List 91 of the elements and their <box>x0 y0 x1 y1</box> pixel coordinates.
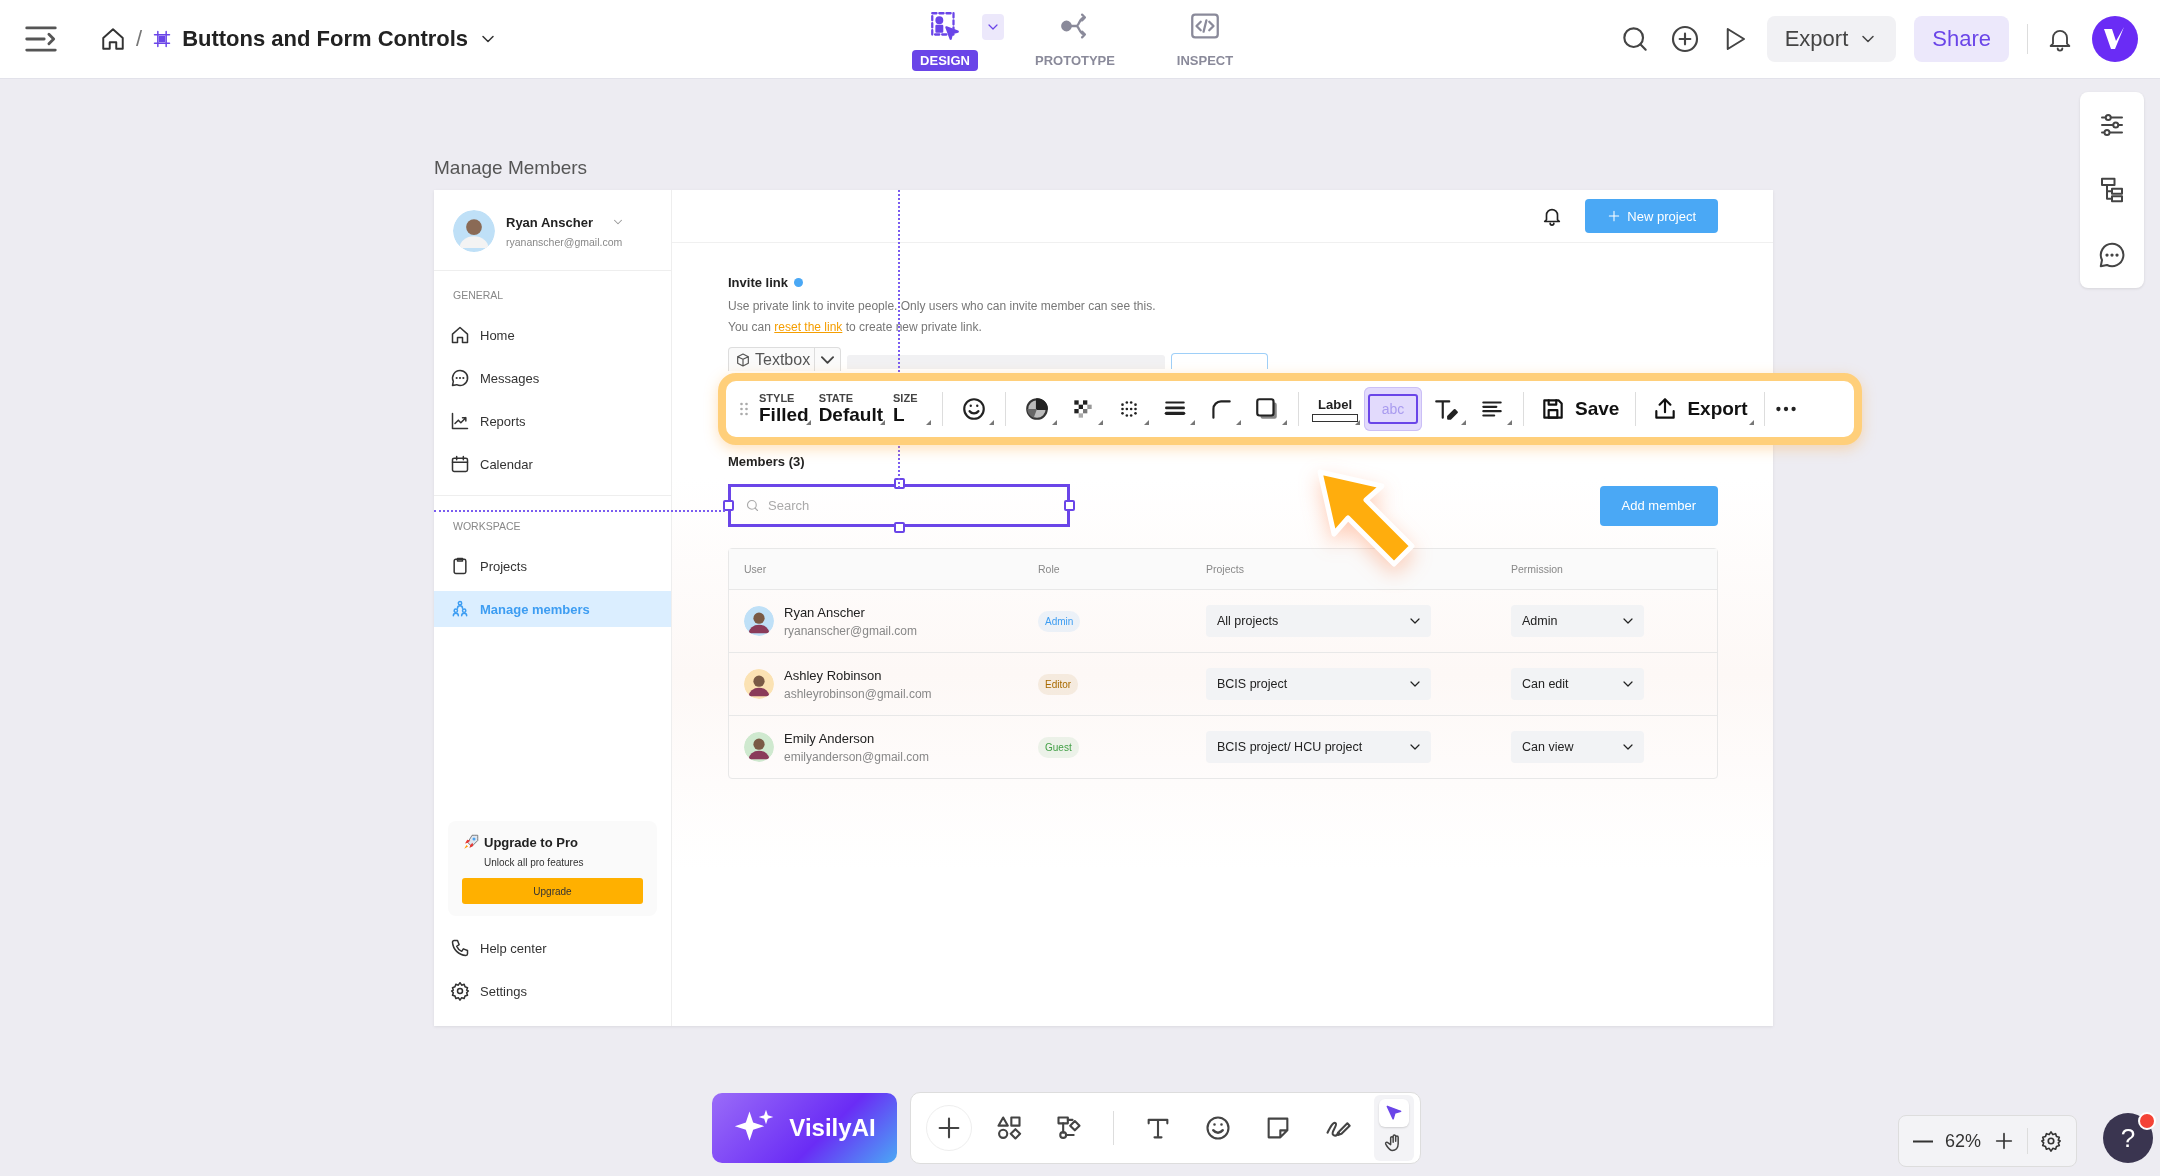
user-name: Ryan Anscher <box>506 214 593 230</box>
settings-icon <box>450 981 470 1001</box>
search-input[interactable]: Search <box>766 497 1053 514</box>
help-button[interactable]: ? <box>2103 1113 2153 1163</box>
resize-handle[interactable] <box>723 500 734 511</box>
permission-dropdown[interactable]: Can view <box>1511 731 1644 763</box>
user-name: Ashley Robinson <box>784 667 883 683</box>
export-button[interactable]: Export <box>1766 16 1897 62</box>
rocket-icon <box>462 833 480 851</box>
upgrade-button[interactable]: Upgrade <box>462 878 643 904</box>
user-email: ryananscher@gmail.com <box>506 235 624 248</box>
project-dropdown[interactable]: All projects <box>1206 605 1431 637</box>
export-button[interactable]: Export <box>1644 387 1756 431</box>
user-email: ryananscher@gmail.com <box>784 623 917 638</box>
project-dropdown[interactable]: BCIS project/ HCU project <box>1206 731 1431 763</box>
avatar <box>453 210 495 252</box>
save-button[interactable]: Save <box>1532 387 1628 431</box>
flow-icon <box>1055 1114 1083 1142</box>
plus-icon <box>1607 209 1622 223</box>
pointer-icon <box>1384 1103 1404 1123</box>
upgrade-text: Unlock all pro features <box>483 857 585 868</box>
section-title: Members (3) <box>728 454 806 469</box>
nav-item[interactable]: Projects <box>434 548 671 584</box>
calendar-icon <box>450 454 470 474</box>
description-text: Use private link to invite people. Only users who can invite member can see this. <box>728 298 1157 315</box>
page-title[interactable]: Buttons and Form Controls <box>182 26 469 52</box>
chevron-icon <box>821 355 835 364</box>
upgrade-title: Upgrade to Pro <box>484 834 578 850</box>
nav-item[interactable]: Settings <box>434 973 671 1009</box>
clipboard-icon <box>450 556 470 576</box>
logo-icon[interactable] <box>2092 16 2138 62</box>
component-chip[interactable]: Textbox <box>728 347 842 371</box>
permission-dropdown[interactable]: Admin <box>1511 605 1644 637</box>
frame-icon <box>152 29 173 49</box>
notification-dot <box>2138 1112 2156 1130</box>
column-header: Projects <box>1206 563 1245 575</box>
home-icon <box>450 325 470 345</box>
frame-title: Manage Members <box>434 157 588 179</box>
dropdown-toggle[interactable] <box>982 14 1004 40</box>
link-field[interactable] <box>847 355 1166 369</box>
section-title: Invite link <box>728 275 788 290</box>
property-dropdown[interactable]: STYLE Filled <box>755 387 813 431</box>
section-heading: WORKSPACE <box>452 519 522 534</box>
column-header: User <box>744 563 768 575</box>
share-button[interactable]: Share <box>1914 16 2009 62</box>
smiley-icon <box>1204 1114 1232 1142</box>
settings-icon <box>2040 1130 2063 1152</box>
resize-handle[interactable] <box>894 478 905 489</box>
home-icon[interactable] <box>100 26 126 52</box>
role-tag: Editor <box>1038 673 1079 695</box>
phone-icon <box>450 938 470 958</box>
search-field[interactable]: Search <box>728 484 1070 527</box>
ai-button[interactable]: VisilyAI <box>712 1093 897 1163</box>
user-name: Ryan Anscher <box>784 604 866 620</box>
zoom-level: 62% <box>1945 1130 1982 1152</box>
cube-icon <box>735 351 751 368</box>
property-dropdown[interactable]: STATE Default <box>814 387 888 431</box>
column-header: Permission <box>1511 563 1564 575</box>
people-icon <box>450 599 470 619</box>
design-icon <box>928 9 962 43</box>
role-tag: Guest <box>1038 736 1079 758</box>
project-dropdown[interactable]: BCIS project <box>1206 668 1431 700</box>
nav-item[interactable]: Home <box>434 317 671 353</box>
user-email: ashleyrobinson@gmail.com <box>784 686 932 701</box>
nav-item[interactable]: Help center <box>434 930 671 966</box>
search-icon <box>745 498 760 513</box>
line-chart-icon <box>450 411 470 431</box>
permission-dropdown[interactable]: Can edit <box>1511 668 1644 700</box>
property-dropdown[interactable]: SIZE L <box>889 387 934 431</box>
resize-handle[interactable] <box>1064 500 1075 511</box>
fill-icon <box>1024 396 1051 422</box>
section-heading: GENERAL <box>452 288 505 303</box>
pointer-button[interactable] <box>1379 1099 1409 1127</box>
minus-icon <box>1913 1139 1933 1143</box>
user-name: Emily Anderson <box>784 730 876 746</box>
description-text: You can reset the link to create new private link. <box>728 319 983 336</box>
column-header: Role <box>1038 563 1061 575</box>
nav-item[interactable]: Calendar <box>434 446 671 482</box>
chat-bubble-icon <box>450 368 470 388</box>
smiley-icon <box>961 396 988 422</box>
role-tag: Admin <box>1038 610 1081 632</box>
user-email: emilyanderson@gmail.com <box>784 749 929 764</box>
avatar <box>744 732 774 762</box>
resize-handle[interactable] <box>894 522 905 533</box>
avatar <box>744 669 774 699</box>
nav-item[interactable]: Messages <box>434 360 671 396</box>
info-icon[interactable] <box>793 278 803 287</box>
nav-item[interactable]: Reports <box>434 403 671 439</box>
breadcrumb-separator: / <box>136 26 143 52</box>
avatar <box>744 606 774 636</box>
shapes-icon <box>995 1114 1023 1142</box>
